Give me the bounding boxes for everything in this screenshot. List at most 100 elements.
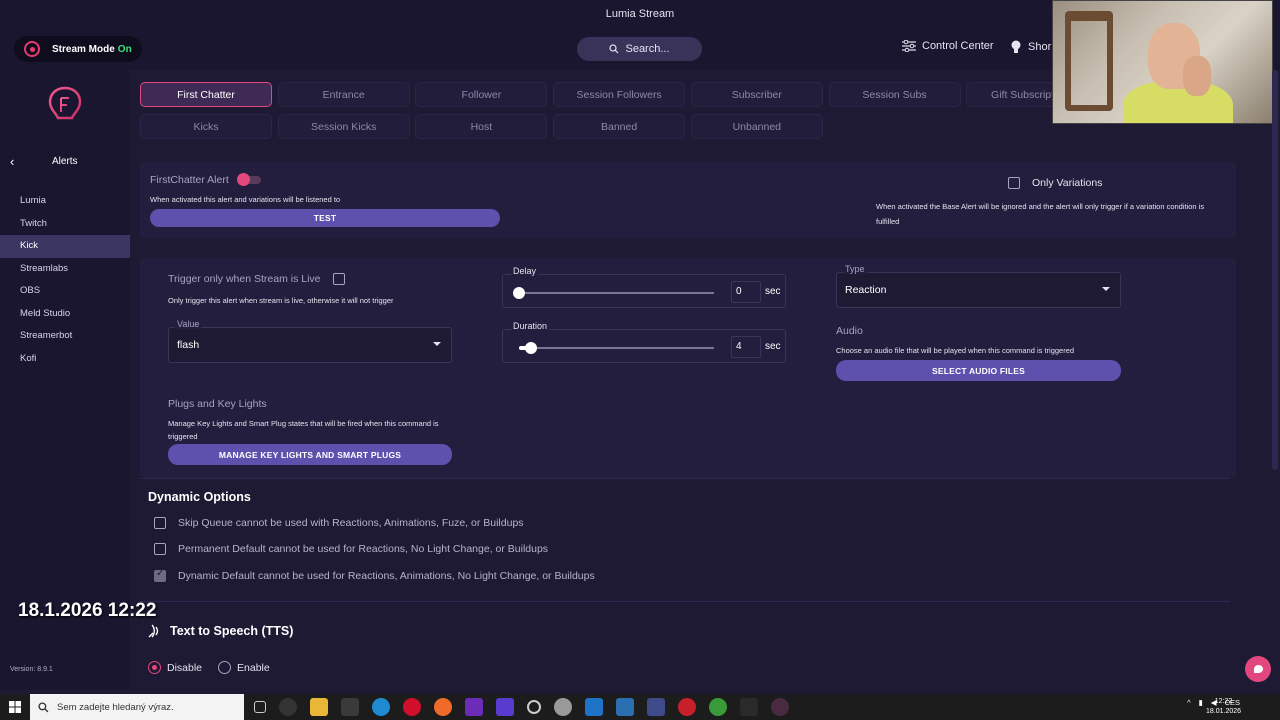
sidebar-item-streamerbot[interactable]: Streamerbot (0, 325, 130, 348)
sidebar-item-kick[interactable]: Kick (0, 235, 130, 258)
tts-disable-label: Disable (167, 661, 203, 674)
app-icon[interactable] (554, 698, 572, 716)
sidebar-back[interactable]: ‹ Alerts (10, 154, 120, 169)
chevron-up-icon[interactable]: ^ (1187, 698, 1191, 707)
app-icon[interactable] (709, 698, 727, 716)
sidebar-nav: Lumia Twitch Kick Streamlabs OBS Meld Studio S… (0, 190, 130, 370)
search-icon (609, 44, 619, 54)
stream-mode-toggle[interactable]: Stream Mode On (14, 36, 142, 62)
taskbar-search[interactable]: Sem zadejte hledaný výraz. (30, 694, 244, 720)
tab-session-followers[interactable]: Session Followers (553, 82, 686, 107)
sidebar-item-twitch[interactable]: Twitch (0, 213, 130, 236)
plugs-label: Plugs and Key Lights (168, 398, 267, 410)
duration-input[interactable]: 4 (731, 336, 761, 358)
taskbar-clock[interactable]: 12:22 18.01.2026 (1206, 697, 1241, 717)
dropdown-arrow-icon (433, 342, 441, 346)
datetime-overlay: 18.1.2026 12:22 (18, 600, 157, 621)
duration-slider-track[interactable] (519, 347, 714, 349)
file-explorer-icon[interactable] (310, 698, 328, 716)
scrollbar[interactable] (1272, 70, 1278, 470)
opera-icon[interactable] (403, 698, 421, 716)
shortcuts-label: Shor (1028, 41, 1052, 53)
alert-tabs: First Chatter Entrance Follower Session Fol… (140, 82, 1052, 142)
stream-mode-icon (24, 41, 40, 57)
sidebar-item-streamlabs[interactable]: Streamlabs (0, 258, 130, 281)
alert-description: When activated this alert and variations… (150, 195, 341, 204)
trigger-live-label: Trigger only when Stream is Live (168, 273, 321, 285)
windows-start-icon[interactable] (0, 694, 30, 720)
chat-bubble-icon[interactable] (1245, 656, 1271, 682)
permanent-default-label: Permanent Default cannot be used for Rea… (178, 543, 549, 555)
windows-taskbar: Sem zadejte hledaný výraz. ^ ▮ ◀ CES 12:… (0, 694, 1280, 720)
tab-session-kicks[interactable]: Session Kicks (277, 114, 410, 139)
tts-enable-label: Enable (237, 661, 270, 674)
dynamic-option: Permanent Default cannot be used for Rea… (154, 543, 548, 555)
skip-queue-label: Skip Queue cannot be used with Reactions… (178, 517, 524, 529)
divider (140, 478, 1230, 479)
trigger-live-checkbox[interactable] (332, 273, 345, 285)
sidebar-item-meld-studio[interactable]: Meld Studio (0, 303, 130, 326)
test-button[interactable]: TEST (150, 209, 500, 227)
edge-icon[interactable] (372, 698, 390, 716)
select-audio-files-button[interactable]: SELECT AUDIO FILES (836, 360, 1121, 381)
tab-kicks[interactable]: Kicks (140, 114, 272, 139)
only-variations-checkbox[interactable] (1008, 177, 1020, 189)
search-icon (38, 701, 49, 712)
dynamic-default-checkbox[interactable] (154, 568, 166, 582)
tab-unbanned[interactable]: Unbanned (690, 114, 823, 139)
dynamic-option: Dynamic Default cannot be used for React… (154, 568, 595, 582)
sidebar-item-lumia[interactable]: Lumia (0, 190, 130, 213)
task-view-icon[interactable] (254, 701, 266, 713)
delay-slider-track[interactable] (519, 292, 714, 294)
sidebar-item-obs[interactable]: OBS (0, 280, 130, 303)
dynamic-option: Skip Queue cannot be used with Reactions… (154, 517, 524, 529)
duration-slider-handle[interactable] (524, 342, 537, 354)
tab-follower[interactable]: Follower (415, 82, 548, 107)
app-icon[interactable] (647, 698, 665, 716)
lumia-taskbar-icon[interactable] (771, 698, 789, 716)
network-icon[interactable]: ▮ (1199, 698, 1203, 707)
settings-icon[interactable] (527, 700, 541, 714)
app-icon[interactable] (465, 698, 483, 716)
tab-host[interactable]: Host (415, 114, 548, 139)
sidebar: ‹ Alerts Lumia Twitch Kick Streamlabs OBS Mel… (0, 70, 130, 690)
permanent-default-checkbox[interactable] (154, 543, 166, 555)
duration-label: Duration (511, 321, 550, 331)
control-center-button[interactable]: Control Center (902, 40, 994, 52)
tab-banned[interactable]: Banned (553, 114, 686, 139)
tab-gift-subscriptions[interactable]: Gift Subscriptions (966, 82, 1052, 107)
app-icon[interactable] (678, 698, 696, 716)
value-select[interactable]: Value flash (168, 319, 452, 363)
alert-enable-toggle[interactable] (236, 173, 261, 186)
delay-slider-handle[interactable] (513, 287, 525, 299)
value-select-label: Value (175, 319, 202, 329)
delay-input[interactable]: 0 (731, 281, 761, 303)
store-icon[interactable] (341, 698, 359, 716)
manage-key-lights-button[interactable]: MANAGE KEY LIGHTS AND SMART PLUGS (168, 444, 452, 465)
firefox-icon[interactable] (434, 698, 452, 716)
tab-subscriber[interactable]: Subscriber (690, 82, 823, 107)
type-select[interactable]: Type Reaction (836, 264, 1121, 308)
tts-enable-radio[interactable] (218, 661, 232, 674)
tts-radio-group: Disable Enable (148, 661, 270, 674)
dropdown-arrow-icon (1102, 287, 1110, 291)
tab-session-subs[interactable]: Session Subs (828, 82, 961, 107)
tab-entrance[interactable]: Entrance (277, 82, 410, 107)
obs-icon[interactable] (279, 698, 297, 716)
audio-label: Audio (836, 325, 863, 337)
tts-disable-radio[interactable] (148, 661, 161, 674)
taskbar-apps (254, 698, 789, 716)
app-icon[interactable] (585, 698, 603, 716)
duration-slider-group: Duration 4 sec (502, 321, 786, 363)
shortcuts-button[interactable]: Shor (1010, 40, 1051, 54)
taskbar-date: 18.01.2026 (1206, 708, 1242, 715)
app-icon[interactable] (740, 698, 758, 716)
skip-queue-checkbox[interactable] (154, 517, 166, 529)
sidebar-item-kofi[interactable]: Kofi (0, 348, 130, 371)
type-select-value: Reaction (845, 284, 887, 296)
search-button[interactable]: Search... (577, 37, 702, 61)
value-select-value: flash (177, 339, 200, 351)
tab-first-chatter[interactable]: First Chatter (140, 82, 272, 107)
app-icon[interactable] (496, 698, 514, 716)
app-icon[interactable] (616, 698, 634, 716)
